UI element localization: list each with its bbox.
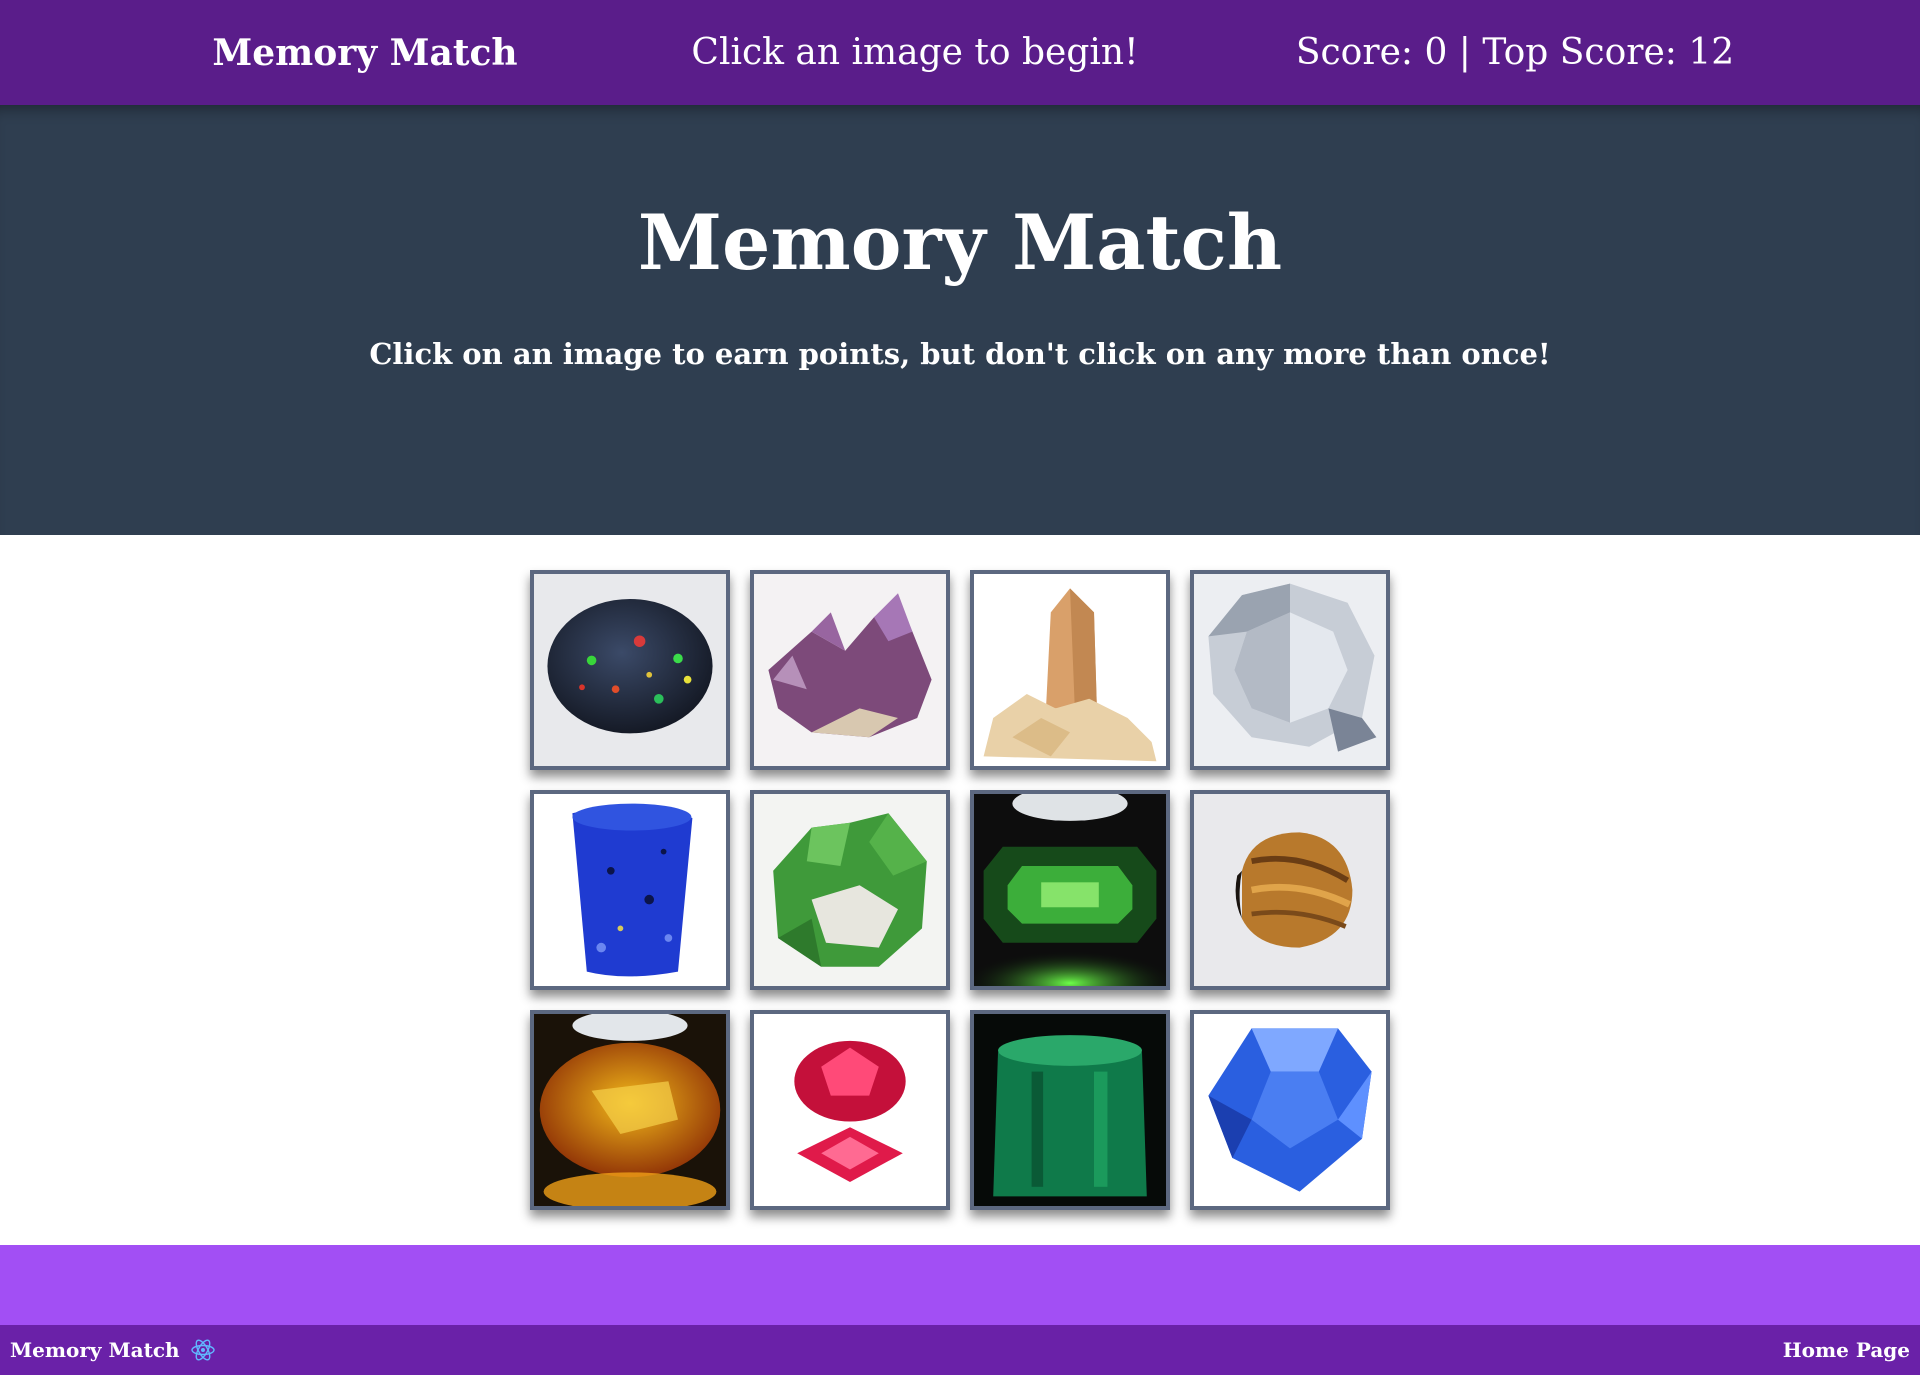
game-status-message: Click an image to begin! bbox=[691, 32, 1139, 73]
card-black-opal[interactable] bbox=[530, 570, 730, 770]
green-tourmaline-image bbox=[974, 794, 1166, 986]
card-emerald[interactable] bbox=[970, 1010, 1170, 1210]
black-opal-image bbox=[534, 574, 726, 766]
footer-brand-label: Memory Match bbox=[10, 1338, 180, 1362]
page-title: Memory Match bbox=[637, 198, 1283, 287]
card-grid bbox=[530, 570, 1390, 1210]
react-atom-icon bbox=[190, 1339, 215, 1361]
navbar: Memory Match Click an image to begin! Sc… bbox=[0, 0, 1920, 105]
score-display: Score: 0 | Top Score: 12 bbox=[1295, 32, 1735, 73]
home-page-link[interactable]: Home Page bbox=[1783, 1325, 1910, 1375]
card-green-tourmaline[interactable] bbox=[970, 790, 1170, 990]
instructions-text: Click on an image to earn points, but do… bbox=[369, 337, 1551, 371]
card-citrine[interactable] bbox=[530, 1010, 730, 1210]
citrine-image bbox=[534, 1014, 726, 1206]
amethyst-cluster-image bbox=[754, 574, 946, 766]
green-garnet-cluster-image bbox=[754, 794, 946, 986]
footer-brand-link[interactable]: Memory Match bbox=[10, 1325, 216, 1375]
card-lapis-lazuli[interactable] bbox=[530, 790, 730, 990]
footer: Memory Match Home Page bbox=[0, 1325, 1920, 1375]
card-amethyst-cluster[interactable] bbox=[750, 570, 950, 770]
ruby-image bbox=[754, 1014, 946, 1206]
card-diamond[interactable] bbox=[1190, 570, 1390, 770]
card-tigers-eye[interactable] bbox=[1190, 790, 1390, 990]
card-ruby[interactable] bbox=[750, 1010, 950, 1210]
sapphire-image bbox=[1194, 1014, 1386, 1206]
diamond-image bbox=[1194, 574, 1386, 766]
card-sapphire[interactable] bbox=[1190, 1010, 1390, 1210]
topaz-crystal-image bbox=[974, 574, 1166, 766]
footer-band bbox=[0, 1245, 1920, 1325]
card-topaz-crystal[interactable] bbox=[970, 570, 1170, 770]
tigers-eye-image bbox=[1194, 794, 1386, 986]
lapis-lazuli-image bbox=[534, 794, 726, 986]
card-green-garnet-cluster[interactable] bbox=[750, 790, 950, 990]
hero-banner: Memory Match Click on an image to earn p… bbox=[0, 105, 1920, 535]
emerald-image bbox=[974, 1014, 1166, 1206]
